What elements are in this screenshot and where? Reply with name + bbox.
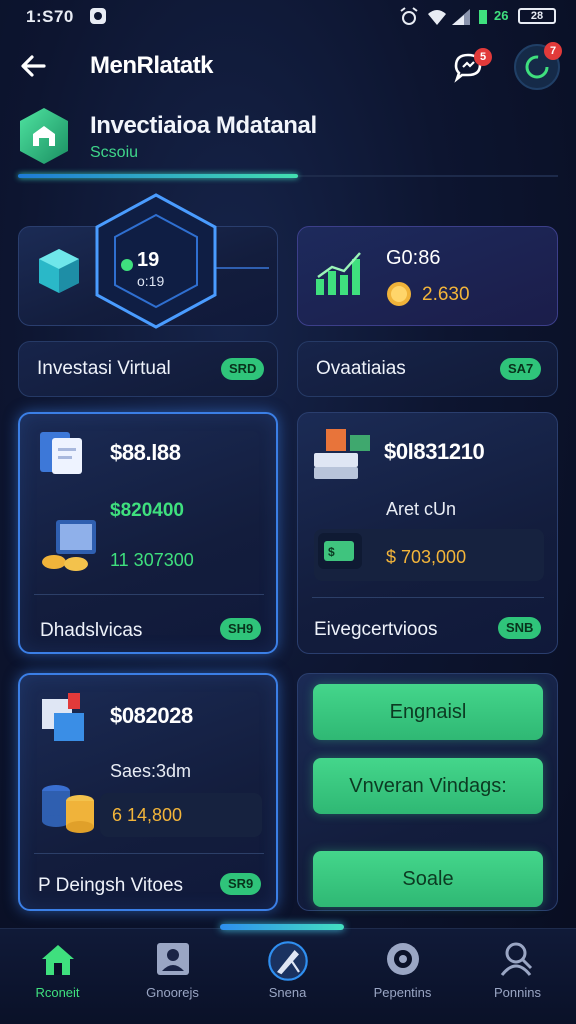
virtual-investment-hero-card[interactable]: 19 o:19 bbox=[18, 193, 278, 329]
profile-button[interactable]: 7 bbox=[514, 42, 562, 90]
messages-button[interactable]: 5 bbox=[450, 46, 492, 86]
status-bar: 1:S70 26 28 bbox=[0, 0, 576, 34]
card-2-caption: Aret cUn bbox=[386, 499, 457, 519]
alarm-icon bbox=[398, 6, 420, 33]
compass-icon bbox=[268, 941, 308, 981]
wallet-icon: $ bbox=[316, 525, 368, 580]
card-3-badge: SR9 bbox=[220, 873, 262, 895]
investment-card-1[interactable]: $88.l88 $820400 11 307300 Dhadslvicas SH… bbox=[18, 412, 278, 654]
notification-icon bbox=[88, 6, 108, 31]
network-type: 26 bbox=[494, 8, 509, 23]
signal-icon bbox=[450, 6, 472, 33]
coins-document-icon bbox=[40, 518, 100, 579]
card-2-badge: SNB bbox=[498, 617, 542, 639]
battery-icon: 28 bbox=[518, 8, 556, 24]
engage-button[interactable]: Engnaisl bbox=[313, 684, 543, 740]
scale-button[interactable]: Soale bbox=[313, 851, 543, 907]
valuations-label: Ovaatiaias bbox=[316, 358, 406, 379]
page-title: MenRlatatk bbox=[90, 52, 214, 79]
card-3-caption: Saes:3dm bbox=[110, 761, 192, 781]
svg-text:$: $ bbox=[328, 545, 335, 559]
card-3-label: P Deingsh Vitoes bbox=[38, 875, 184, 896]
chip-number: 19 bbox=[137, 249, 160, 271]
nav-item-scene[interactable]: Snena bbox=[230, 929, 345, 1024]
card-2-gold-amount: $ 703,000 bbox=[386, 547, 467, 567]
profile-badge: 7 bbox=[544, 42, 562, 60]
active-tab-indicator bbox=[220, 924, 344, 930]
nav-label-groups: Gnoorejs bbox=[146, 985, 199, 1000]
nav-label-home: Rconeit bbox=[35, 985, 80, 1000]
documents-icon bbox=[38, 428, 86, 483]
card-3-amount: $082028 bbox=[110, 703, 193, 728]
account-name: Invectiaioa Mdatanal bbox=[90, 112, 317, 139]
account-header: Invectiaioa Mdatanal Scsoiu bbox=[18, 104, 558, 174]
account-subtitle: Scsoiu bbox=[90, 144, 139, 161]
investment-card-3[interactable]: $082028 Saes:3dm 6 14,800 P Deingsh Vito… bbox=[18, 673, 278, 911]
gift-boxes-icon bbox=[38, 689, 92, 748]
nav-item-targets[interactable]: Pepentins bbox=[345, 929, 460, 1024]
card-1-sub-amount: 11 307300 bbox=[110, 550, 194, 570]
wifi-icon bbox=[426, 6, 448, 33]
server-boxes-icon bbox=[312, 425, 374, 488]
nav-label-targets: Pepentins bbox=[373, 985, 432, 1000]
bottom-navigation: Rconeit Gnoorejs Snena Pepentins Ponnins bbox=[0, 928, 576, 1024]
data-icon bbox=[476, 6, 490, 33]
card-2-label: Eivegcertvioos bbox=[314, 619, 438, 640]
app-logo-icon bbox=[18, 106, 70, 166]
user-card-icon bbox=[157, 943, 189, 975]
card-1-badge: SH9 bbox=[220, 618, 262, 640]
coin-icon bbox=[386, 281, 412, 312]
arrow-left-icon bbox=[21, 55, 46, 77]
card-2-amount: $0l831210 bbox=[384, 439, 485, 464]
investment-strategies-button[interactable]: Vnveran Vindags: bbox=[313, 758, 543, 814]
card-1-green-amount: $820400 bbox=[110, 500, 184, 521]
stats-hero-card[interactable]: G0:86 2.630 bbox=[297, 226, 558, 326]
home-icon bbox=[42, 945, 74, 975]
divider bbox=[312, 597, 544, 598]
nav-label-profile: Ponnins bbox=[494, 985, 541, 1000]
bar-chart-icon bbox=[314, 249, 366, 302]
status-time: 1:S70 bbox=[26, 7, 74, 26]
nav-label-scene: Snena bbox=[268, 985, 307, 1000]
target-icon bbox=[387, 943, 419, 975]
header-progress-bar bbox=[18, 174, 298, 178]
virtual-investment-bar[interactable]: Investasi Virtual SRD bbox=[18, 341, 278, 397]
chip-subtext: o:19 bbox=[137, 273, 165, 289]
card-1-amount: $88.l88 bbox=[110, 440, 181, 465]
virtual-investment-label: Investasi Virtual bbox=[37, 358, 171, 379]
valuations-badge: SA7 bbox=[500, 358, 542, 380]
back-button[interactable] bbox=[18, 50, 50, 82]
top-bar: MenRlatatk 5 7 bbox=[0, 36, 576, 96]
person-search-icon bbox=[500, 942, 533, 976]
cube-icon bbox=[37, 247, 81, 300]
valuations-bar[interactable]: Ovaatiaias SA7 bbox=[297, 341, 558, 397]
nav-item-home[interactable]: Rconeit bbox=[0, 929, 115, 1024]
card-3-gold-amount: 6 14,800 bbox=[112, 805, 183, 825]
investment-card-2[interactable]: $0l831210 Aret cUn $ $ 703,000 Eivegcert… bbox=[297, 412, 558, 654]
card-1-label: Dhadslvicas bbox=[40, 620, 143, 641]
coin-stacks-icon bbox=[38, 775, 100, 840]
nav-item-profile[interactable]: Ponnins bbox=[460, 929, 575, 1024]
virtual-investment-badge: SRD bbox=[221, 358, 265, 380]
chat-badge: 5 bbox=[474, 48, 492, 66]
stats-title: G0:86 bbox=[386, 247, 441, 269]
divider bbox=[34, 594, 264, 595]
divider bbox=[34, 853, 264, 854]
nav-item-groups[interactable]: Gnoorejs bbox=[115, 929, 230, 1024]
stats-value: 2.630 bbox=[422, 284, 470, 305]
